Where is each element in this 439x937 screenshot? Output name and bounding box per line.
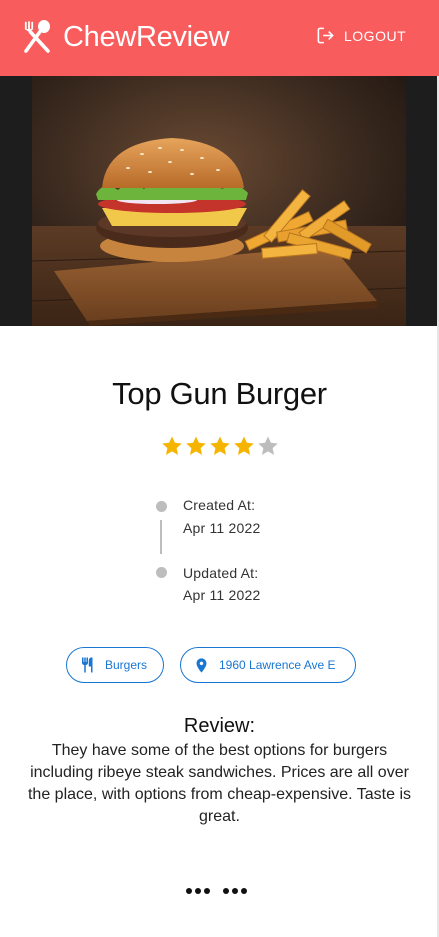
location-chip[interactable]: 1960 Lawrence Ave E (180, 647, 356, 683)
star-filled-icon[interactable] (160, 434, 184, 458)
logout-button[interactable]: LOGOUT (316, 26, 406, 45)
restaurant-icon (82, 657, 93, 673)
category-chip[interactable]: Burgers (66, 647, 164, 683)
review-text: They have some of the best options for b… (27, 742, 412, 825)
star-rating[interactable] (160, 434, 280, 458)
logout-icon (317, 27, 334, 44)
review-page: ChewReview LOGOUT Top Gun Burger Created… (0, 0, 439, 937)
star-filled-icon[interactable] (232, 434, 256, 458)
app-header: ChewReview LOGOUT (0, 0, 439, 76)
updated-label: Updated At: (183, 565, 259, 581)
created-label: Created At: (183, 497, 256, 513)
restaurant-title: Top Gun Burger (112, 376, 327, 411)
brand-link[interactable]: ChewReview (22, 20, 230, 54)
burger-photo (32, 76, 406, 326)
more-options[interactable] (186, 888, 260, 894)
hero-banner (0, 76, 439, 326)
utensils-icon (24, 20, 50, 53)
star-filled-icon[interactable] (184, 434, 208, 458)
location-chip-label: 1960 Lawrence Ave E (219, 658, 336, 672)
more-dots-icon (186, 888, 213, 894)
logout-label: LOGOUT (344, 27, 407, 44)
app-title: ChewReview (63, 20, 230, 53)
more-dots-icon (223, 888, 250, 894)
star-empty-icon[interactable] (256, 434, 280, 458)
updated-date: Apr 11 2022 (183, 587, 261, 603)
created-date: Apr 11 2022 (183, 520, 261, 536)
star-filled-icon[interactable] (208, 434, 232, 458)
timeline-dot-updated (156, 567, 167, 578)
timeline-connector (160, 520, 162, 554)
category-chip-label: Burgers (105, 658, 148, 672)
review-heading: Review: (183, 715, 256, 737)
timeline-dot-created (156, 501, 167, 512)
location-pin-icon (196, 657, 207, 673)
